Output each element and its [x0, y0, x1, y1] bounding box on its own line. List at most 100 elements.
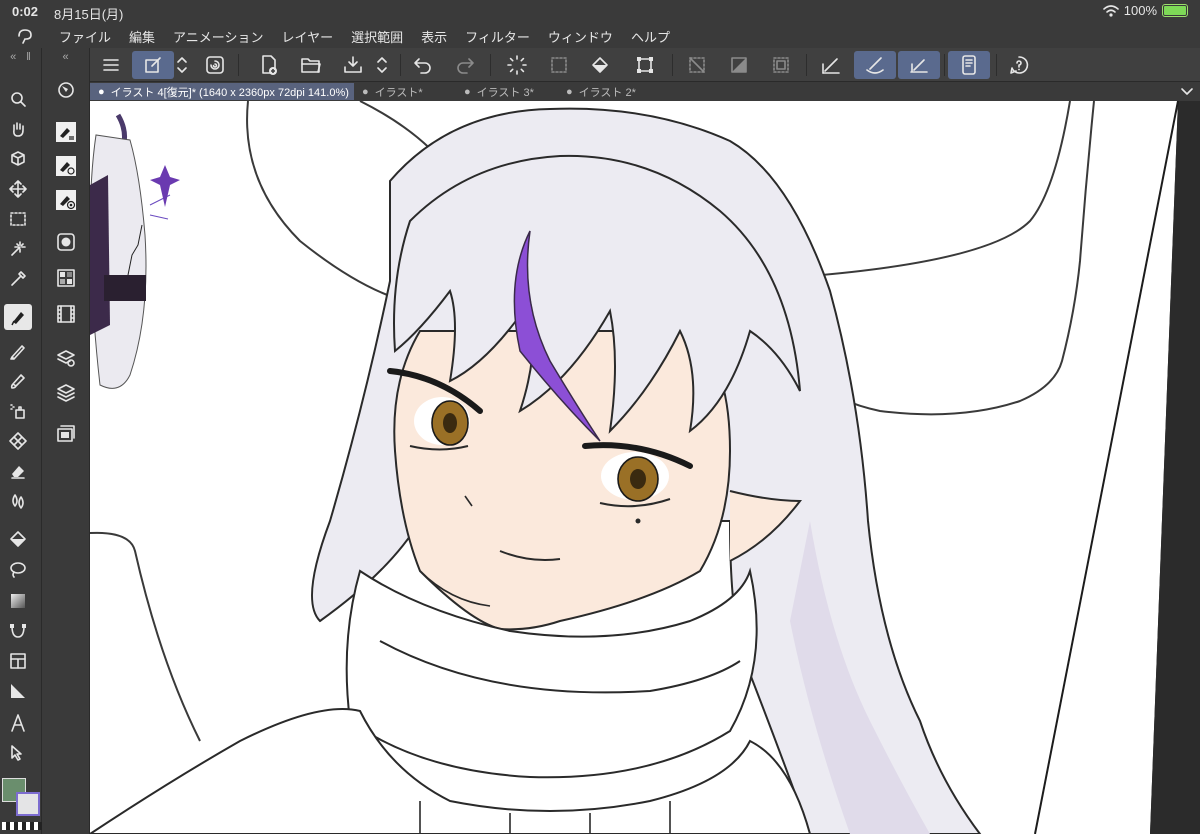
tab-bullet: ● — [464, 85, 471, 98]
menu-view[interactable]: 表示 — [412, 27, 456, 46]
auto-select-icon — [11, 241, 26, 256]
rotate-3d-icon — [11, 151, 25, 166]
move-tool[interactable] — [4, 176, 32, 202]
tab-list-chevron-icon[interactable] — [1180, 84, 1194, 101]
tab-bullet: ● — [566, 85, 573, 98]
transform-icon[interactable] — [630, 51, 660, 79]
figure-tool[interactable] — [4, 618, 32, 644]
timeline-icon — [57, 305, 75, 323]
edit-mode-button[interactable] — [132, 51, 174, 79]
lasso-fill-icon — [10, 562, 26, 578]
navigator-panel-button[interactable] — [54, 78, 78, 102]
document-tab-bar: ● イラスト 4[復元]* (1640 x 2360px 72dpi 141.0… — [90, 82, 1200, 101]
pencil-icon — [10, 345, 25, 360]
sub-color-chip[interactable] — [16, 792, 40, 816]
menu-animation[interactable]: アニメーション — [164, 27, 272, 46]
menu-file[interactable]: ファイル — [50, 27, 120, 46]
expand-selection-icon[interactable] — [766, 51, 796, 79]
special-ruler-snap-icon[interactable] — [854, 51, 896, 79]
tab-illust-2[interactable]: ● イラスト 2* — [558, 83, 658, 100]
brush-size-panel-button[interactable] — [54, 188, 78, 212]
palette-divider-icon[interactable]: ‖ — [26, 51, 31, 63]
eyedropper-icon — [11, 271, 26, 286]
sub-tool-panel-button[interactable] — [54, 120, 78, 144]
new-file-icon[interactable] — [254, 51, 284, 79]
text-tool[interactable] — [4, 710, 32, 736]
eraser-tool[interactable] — [4, 458, 32, 484]
save-options-icon[interactable] — [372, 51, 392, 79]
selection-tool[interactable] — [4, 206, 32, 232]
color-wheel-panel-button[interactable] — [54, 230, 78, 254]
tab-illust[interactable]: ● イラスト* — [354, 83, 454, 100]
menu-window[interactable]: ウィンドウ — [539, 27, 622, 46]
layer-property-icon — [57, 350, 75, 367]
frame-icon — [10, 653, 26, 669]
eyedropper-tool[interactable] — [4, 266, 32, 292]
drawing-canvas[interactable] — [90, 101, 1200, 834]
menu-filter[interactable]: フィルター — [456, 27, 539, 46]
status-right: 100% — [1102, 3, 1188, 18]
fill-icon — [10, 531, 26, 547]
hand-tool[interactable] — [4, 116, 32, 142]
transparent-color-chip[interactable] — [2, 822, 42, 830]
frame-tool[interactable] — [4, 648, 32, 674]
fill-bucket-icon[interactable] — [586, 51, 616, 79]
lasso-fill-tool[interactable] — [4, 556, 32, 582]
collapse-panel-icon[interactable]: « — [62, 51, 68, 63]
fill-tool[interactable] — [4, 526, 32, 552]
pen-tool[interactable] — [4, 304, 32, 330]
zoom-tool[interactable] — [4, 86, 32, 112]
menu-bar: ファイル 編集 アニメーション レイヤー 選択範囲 表示 フィルター ウィンドウ… — [0, 24, 1200, 48]
menu-layer[interactable]: レイヤー — [273, 27, 343, 46]
collapse-tool-palette-icon[interactable]: « — [10, 51, 16, 63]
help-icon[interactable] — [1004, 51, 1034, 79]
tab-illust-4[interactable]: ● イラスト 4[復元]* (1640 x 2360px 72dpi 141.0… — [90, 83, 354, 100]
gradient-icon — [11, 594, 25, 608]
operation-tool[interactable] — [4, 740, 32, 766]
layer-panel-button[interactable] — [54, 380, 78, 404]
material-panel-button[interactable] — [54, 422, 78, 446]
smartphone-mode-icon[interactable] — [948, 51, 990, 79]
brush-size-icon — [56, 190, 76, 210]
timeline-panel-button[interactable] — [54, 302, 78, 326]
color-set-icon — [57, 269, 75, 287]
layer-property-panel-button[interactable] — [54, 346, 78, 370]
companion-mode-icon[interactable] — [200, 51, 230, 79]
clear-icon[interactable] — [544, 51, 574, 79]
auto-select-tool[interactable] — [4, 236, 32, 262]
open-file-icon[interactable] — [296, 51, 326, 79]
color-set-panel-button[interactable] — [54, 266, 78, 290]
artwork — [90, 101, 1200, 834]
deselect-icon[interactable] — [682, 51, 712, 79]
app-logo-icon[interactable] — [0, 24, 50, 48]
rotate-3d-tool[interactable] — [4, 146, 32, 172]
tab-label: イラスト* — [374, 86, 423, 99]
invert-selection-icon[interactable] — [724, 51, 754, 79]
tool-property-panel-button[interactable] — [54, 154, 78, 178]
brush-tool[interactable] — [4, 368, 32, 394]
color-chips[interactable] — [2, 778, 42, 830]
menu-selection[interactable]: 選択範囲 — [342, 27, 412, 46]
blend-icon — [12, 494, 24, 509]
undo-icon[interactable] — [408, 51, 438, 79]
pencil-tool[interactable] — [4, 338, 32, 364]
loading-icon[interactable] — [502, 51, 532, 79]
ruler-tool[interactable] — [4, 678, 32, 704]
menu-help[interactable]: ヘルプ — [622, 27, 679, 46]
menu-toggle-button[interactable] — [96, 51, 126, 79]
ruler-snap-icon[interactable] — [816, 51, 846, 79]
status-bar: 0:02 8月15日(月) 100% — [0, 0, 1200, 24]
decoration-icon — [9, 432, 27, 450]
menu-edit[interactable]: 編集 — [120, 27, 164, 46]
decoration-tool[interactable] — [4, 428, 32, 454]
panel-column-header: « — [42, 48, 89, 66]
redo-icon[interactable] — [450, 51, 480, 79]
gradient-tool[interactable] — [4, 588, 32, 614]
figure-icon — [10, 624, 26, 638]
grid-snap-icon[interactable] — [898, 51, 940, 79]
mode-switch-icon[interactable] — [172, 51, 192, 79]
save-file-icon[interactable] — [338, 51, 368, 79]
tab-illust-3[interactable]: ● イラスト 3* — [456, 83, 556, 100]
blend-tool[interactable] — [4, 488, 32, 514]
airbrush-tool[interactable] — [4, 398, 32, 424]
